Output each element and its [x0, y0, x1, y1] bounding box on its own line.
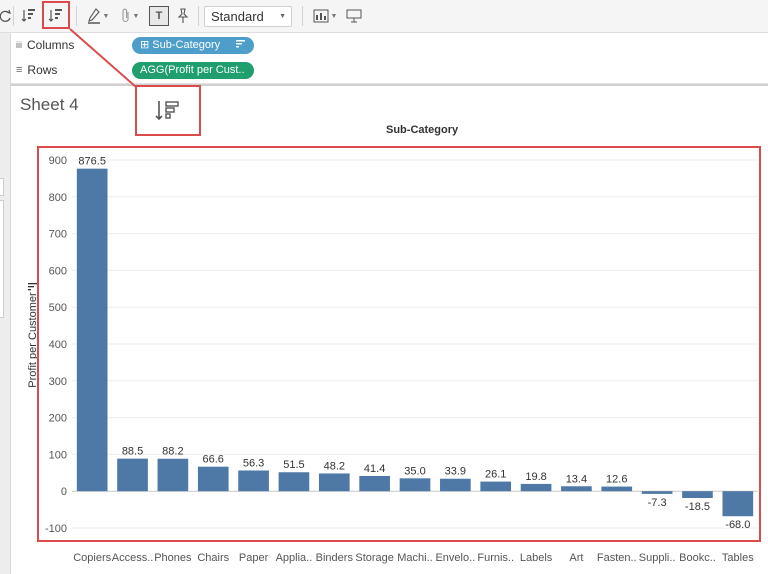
value-label: 26.1: [485, 469, 506, 481]
bar[interactable]: [682, 491, 713, 499]
category-label[interactable]: Art: [569, 552, 583, 564]
y-axis-sort-icon[interactable]: [28, 283, 37, 291]
value-label: 48.2: [324, 460, 345, 472]
bar[interactable]: [520, 483, 552, 492]
value-label: 12.6: [606, 474, 627, 486]
bar[interactable]: [601, 486, 633, 492]
value-label: 66.6: [203, 454, 224, 466]
category-label[interactable]: Machi..: [397, 552, 432, 564]
category-label[interactable]: Bookc..: [679, 552, 716, 564]
bar[interactable]: [238, 470, 269, 492]
bar[interactable]: [117, 458, 148, 492]
bars: [76, 168, 754, 517]
value-label: 13.4: [566, 473, 587, 485]
category-label[interactable]: Access..: [112, 552, 154, 564]
bar[interactable]: [278, 472, 310, 492]
y-tick-label: 700: [49, 229, 67, 241]
category-label[interactable]: Copiers: [73, 552, 111, 564]
category-label[interactable]: Labels: [520, 552, 553, 564]
category-label[interactable]: Suppli..: [639, 552, 676, 564]
y-tick-label: 300: [49, 376, 67, 388]
y-axis-ticks: -100 0 100 200 300 400 500 600 700 800 900: [45, 155, 67, 535]
y-tick-label: 100: [49, 449, 67, 461]
bar[interactable]: [641, 491, 673, 494]
y-tick-label: 0: [61, 486, 67, 498]
value-label: -18.5: [685, 501, 710, 513]
bar[interactable]: [359, 475, 390, 492]
y-tick-label: 900: [49, 155, 67, 167]
y-tick-label: 600: [49, 265, 67, 277]
value-label: 88.5: [122, 446, 143, 458]
y-tick-label: -100: [45, 523, 67, 535]
value-label: 33.9: [445, 466, 466, 478]
value-label: 41.4: [364, 463, 385, 475]
bar[interactable]: [561, 486, 592, 492]
category-label[interactable]: Envelo..: [435, 552, 475, 564]
bar[interactable]: [318, 473, 350, 492]
category-label[interactable]: Storage: [355, 552, 394, 564]
category-label[interactable]: Paper: [239, 552, 269, 564]
y-tick-label: 500: [49, 302, 67, 314]
bar[interactable]: [157, 458, 189, 492]
value-label: 19.8: [525, 471, 546, 483]
bar[interactable]: [480, 481, 512, 492]
bar[interactable]: [440, 478, 471, 492]
value-label: -68.0: [725, 519, 750, 531]
category-label[interactable]: Furnis..: [477, 552, 514, 564]
category-label[interactable]: Chairs: [197, 552, 229, 564]
value-label: -7.3: [648, 497, 667, 509]
value-label: 51.5: [283, 459, 304, 471]
bar-chart: -100 0 100 200 300 400 500 600 700 800 900 876.5 88…: [27, 146, 761, 564]
y-tick-label: 400: [49, 339, 67, 351]
bar[interactable]: [722, 491, 754, 517]
category-label[interactable]: Applia..: [276, 552, 313, 564]
y-tick-label: 800: [49, 192, 67, 204]
category-labels: Copiers Access.. Phones Chairs Paper Applia..…: [73, 552, 754, 564]
category-label[interactable]: Binders: [316, 552, 354, 564]
category-label[interactable]: Phones: [154, 552, 192, 564]
value-label: 56.3: [243, 457, 264, 469]
bar[interactable]: [399, 478, 431, 492]
value-label: 88.2: [162, 446, 183, 458]
bar[interactable]: [197, 466, 229, 492]
value-label: 35.0: [404, 465, 425, 477]
category-label[interactable]: Tables: [722, 552, 754, 564]
y-tick-label: 200: [49, 413, 67, 425]
category-label[interactable]: Fasten..: [597, 552, 637, 564]
value-label: 876.5: [78, 156, 106, 168]
bar[interactable]: [76, 168, 108, 492]
